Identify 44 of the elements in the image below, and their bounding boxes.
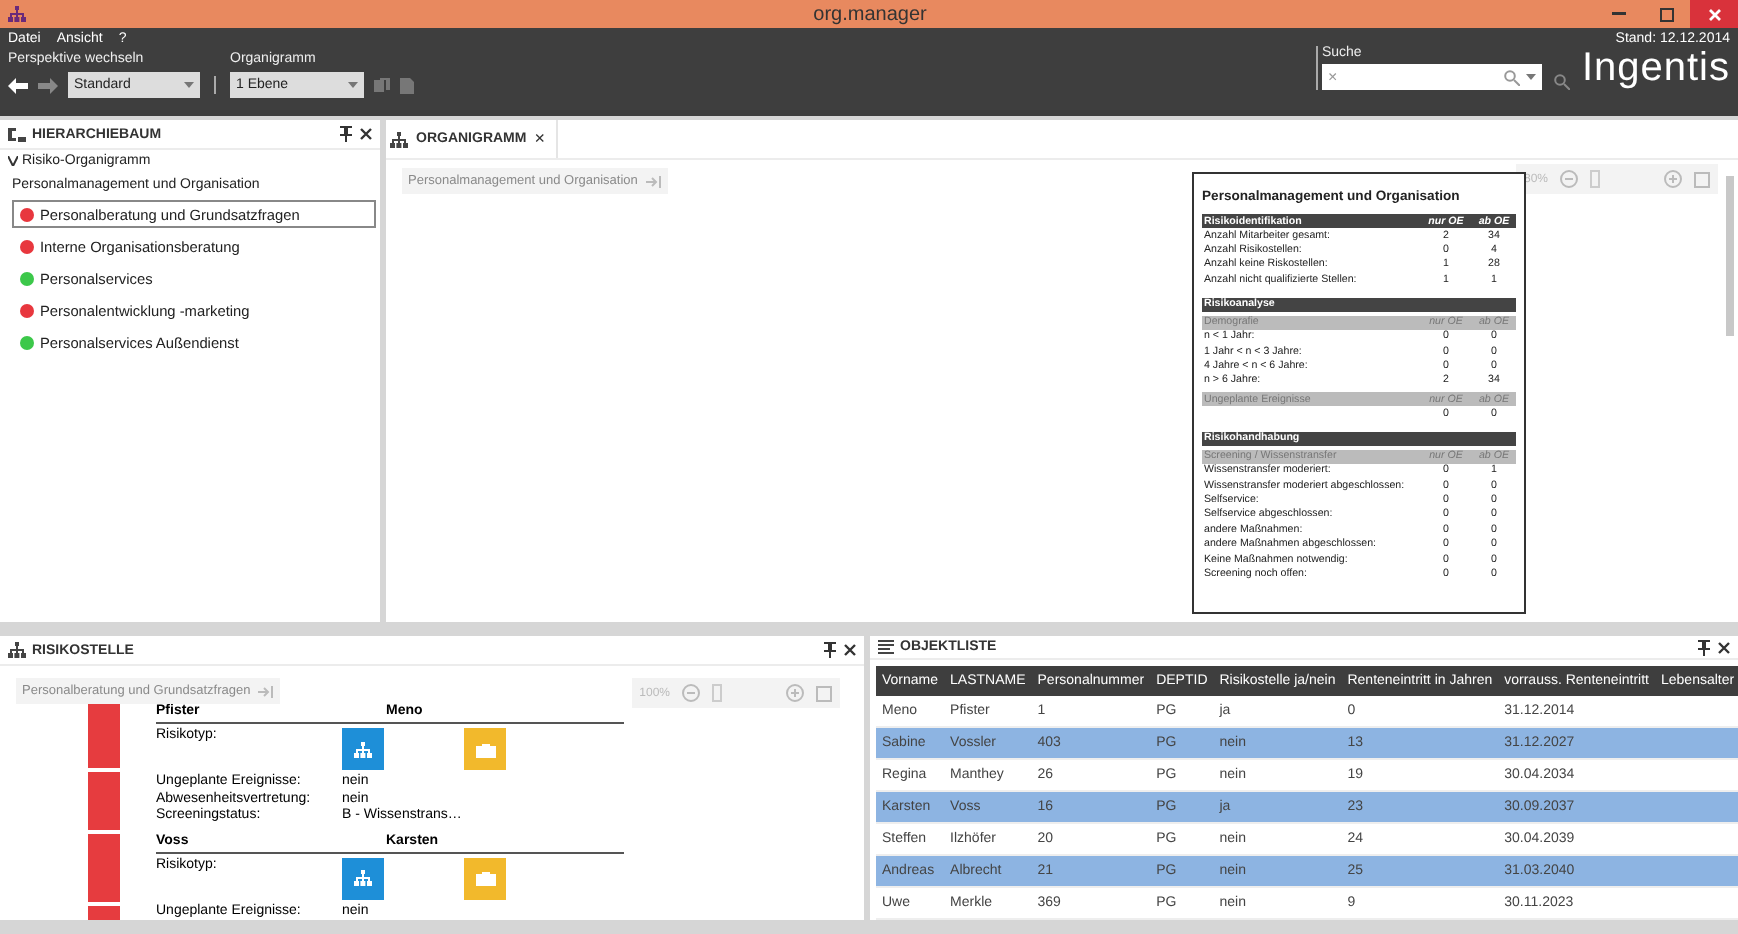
navigate-icon[interactable] <box>258 685 275 697</box>
zoom-in-icon[interactable] <box>786 684 804 702</box>
expanded-chevron-icon[interactable] <box>8 156 18 166</box>
risk-bar <box>88 833 120 901</box>
list-icon <box>878 640 894 654</box>
caret-icon <box>184 82 194 88</box>
fit-screen-icon[interactable] <box>1694 171 1710 187</box>
risk-bar <box>88 772 120 829</box>
close-icon[interactable] <box>844 644 856 656</box>
window-title: org.manager <box>813 3 927 25</box>
pin-icon[interactable] <box>1698 639 1710 655</box>
caret-icon <box>348 82 358 88</box>
zoom-slider-icon[interactable] <box>712 684 722 702</box>
back-arrow-icon[interactable] <box>8 77 28 93</box>
maximize-icon <box>1659 7 1673 21</box>
logo: Ingentis <box>1581 46 1730 90</box>
risk-bar <box>88 700 120 768</box>
briefcase-risk-icon <box>464 728 506 770</box>
close-icon <box>1707 7 1721 21</box>
org-chart-icon <box>354 741 372 757</box>
navigate-icon[interactable] <box>645 175 662 187</box>
tree-icon <box>8 127 26 141</box>
minimize-icon <box>1611 12 1625 16</box>
org-chart-icon <box>8 6 26 22</box>
org-chart-icon <box>8 642 26 658</box>
org-chart-icon <box>354 870 372 886</box>
search-icon[interactable] <box>1553 74 1570 90</box>
org-chart-icon <box>390 131 408 147</box>
zoom-out-icon[interactable] <box>1560 170 1578 188</box>
zoom-out-icon[interactable] <box>682 684 700 702</box>
close-icon[interactable] <box>1718 641 1730 653</box>
fit-screen-icon[interactable] <box>816 685 832 701</box>
forward-arrow-icon[interactable] <box>38 77 58 93</box>
pin-icon[interactable] <box>340 126 352 142</box>
close-button[interactable] <box>1690 0 1738 28</box>
caret-icon <box>1525 74 1536 80</box>
close-icon[interactable] <box>360 128 372 140</box>
briefcase-risk-icon <box>464 857 506 899</box>
zoom-in-icon[interactable] <box>1664 170 1682 188</box>
search-icon[interactable] <box>1503 69 1520 85</box>
pin-icon[interactable] <box>824 642 836 658</box>
document-icon[interactable] <box>400 77 414 93</box>
copy-icon[interactable] <box>374 77 390 93</box>
zoom-slider-icon[interactable] <box>1590 170 1600 188</box>
